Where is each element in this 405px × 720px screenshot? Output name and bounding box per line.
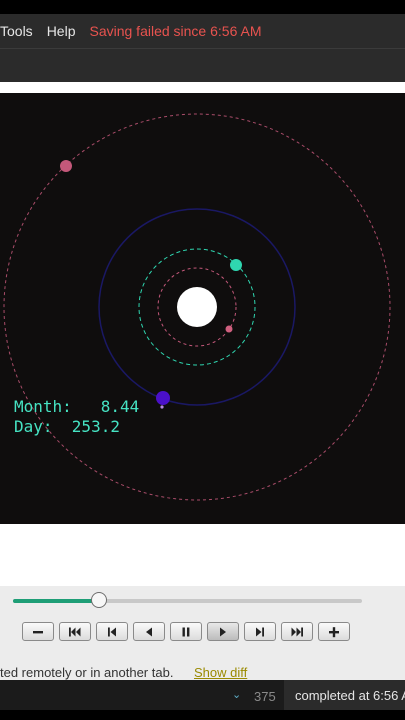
skip-to-start-button[interactable] xyxy=(59,622,91,641)
teal-planet xyxy=(230,259,242,271)
slower-button[interactable] xyxy=(22,622,54,641)
status-message: completed at 6:56 A xyxy=(295,688,405,703)
orbit-canvas xyxy=(3,113,391,501)
output-blank xyxy=(0,524,405,586)
play-icon xyxy=(220,627,226,636)
menu-tools[interactable]: Tools xyxy=(0,23,33,39)
bottom-strip xyxy=(0,710,405,720)
blue-planet xyxy=(156,391,170,405)
moon xyxy=(160,405,164,409)
step-back-button[interactable] xyxy=(96,622,128,641)
playback-controls xyxy=(0,586,405,652)
day-readout: Day: 253.2 xyxy=(14,417,120,436)
sync-notice: ted remotely or in another tab. Show dif… xyxy=(0,652,405,680)
menu-help[interactable]: Help xyxy=(47,23,76,39)
play-reverse-button[interactable] xyxy=(133,622,165,641)
chevron-down-icon[interactable]: ⌄ xyxy=(232,688,241,701)
step-back-icon xyxy=(108,627,116,636)
step-forward-button[interactable] xyxy=(244,622,276,641)
status-left-panel: ⌄ 375 xyxy=(0,680,284,710)
outer-planet xyxy=(60,160,72,172)
output-divider xyxy=(0,82,405,93)
sun xyxy=(177,287,217,327)
faster-button[interactable] xyxy=(318,622,350,641)
timeline-slider[interactable] xyxy=(13,592,362,608)
month-readout: Month: 8.44 xyxy=(14,397,139,416)
skip-start-icon xyxy=(69,627,81,636)
notice-text: ted remotely or in another tab. xyxy=(0,665,174,680)
pause-icon xyxy=(182,627,190,636)
inner-planet xyxy=(225,325,233,333)
play-button[interactable] xyxy=(207,622,239,641)
day-label: Day: xyxy=(14,417,53,436)
day-value: 253.2 xyxy=(71,417,120,436)
notice-shade xyxy=(284,652,405,680)
skip-end-icon xyxy=(291,627,303,636)
skip-to-end-button[interactable] xyxy=(281,622,313,641)
pause-button[interactable] xyxy=(170,622,202,641)
play-reverse-icon xyxy=(146,627,152,636)
show-diff-link[interactable]: Show diff xyxy=(194,665,247,680)
timeline-thumb[interactable] xyxy=(91,592,108,608)
status-bar: ⌄ 375 completed at 6:56 A xyxy=(0,680,405,710)
timeline-progress xyxy=(13,599,100,603)
month-value: 8.44 xyxy=(100,397,140,416)
minus-icon xyxy=(33,630,43,633)
playback-buttons xyxy=(22,622,355,641)
top-strip xyxy=(0,0,405,14)
toolbar xyxy=(0,48,405,83)
plus-icon xyxy=(329,626,339,637)
save-status: Saving failed since 6:56 AM xyxy=(89,23,262,39)
status-count: 375 xyxy=(254,689,276,704)
step-forward-icon xyxy=(256,627,264,636)
orbit-simulation: Month: 8.44 Day: 253.2 xyxy=(0,93,405,524)
menu-bar: Tools Help Saving failed since 6:56 AM xyxy=(0,14,405,48)
month-label: Month: xyxy=(14,397,72,416)
